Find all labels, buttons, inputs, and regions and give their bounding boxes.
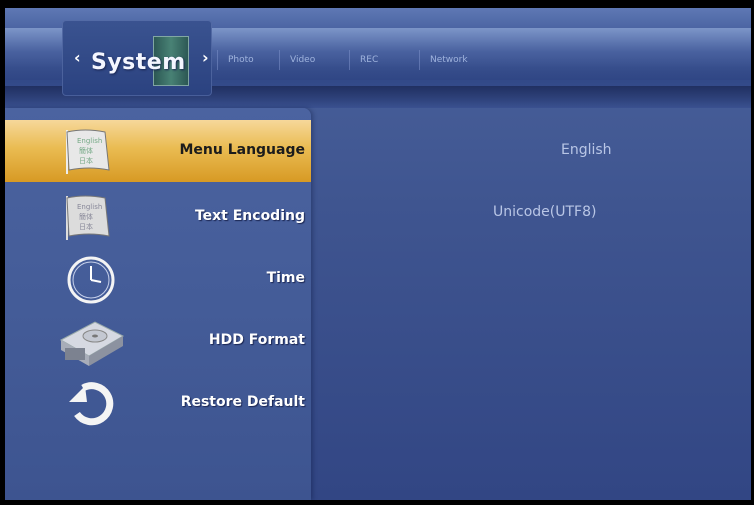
svg-text:日本: 日本 [79, 156, 93, 165]
language-flag-icon: English 簡体 日本 [66, 129, 110, 174]
settings-menu: English 簡体 日本 Menu Language English 簡体 日… [5, 108, 311, 500]
tab-video[interactable]: Video [279, 50, 348, 70]
svg-text:English: English [77, 137, 102, 145]
menu-item-time[interactable]: Time [5, 248, 311, 310]
clock-icon [67, 256, 115, 304]
menu-item-label: Time [266, 270, 305, 286]
hdd-icon [59, 321, 125, 366]
svg-text:簡体: 簡体 [79, 212, 93, 221]
current-section-title: System [91, 50, 186, 75]
svg-text:簡体: 簡体 [79, 146, 93, 155]
chevron-right-icon[interactable]: › [202, 48, 209, 67]
restore-arrow-icon [69, 382, 114, 426]
menu-language-value: English [561, 142, 612, 158]
chevron-left-icon[interactable]: ‹ [74, 48, 81, 67]
menu-item-label: HDD Format [208, 332, 305, 348]
menu-item-label: Text Encoding [194, 208, 305, 224]
menu-item-label: Menu Language [179, 142, 305, 158]
svg-text:日本: 日本 [79, 222, 93, 231]
tv-screen: ‹ System › Photo Video REC Network Engli… [5, 8, 751, 500]
tab-rec[interactable]: REC [349, 50, 418, 70]
menu-item-label: Restore Default [180, 394, 305, 410]
menu-item-menu-language[interactable]: English 簡体 日本 Menu Language [5, 120, 311, 182]
text-encoding-value: Unicode(UTF8) [493, 204, 597, 220]
tab-network[interactable]: Network [419, 50, 500, 70]
menu-item-text-encoding[interactable]: English 簡体 日本 Text Encoding [5, 186, 311, 248]
tab-photo[interactable]: Photo [217, 50, 286, 70]
menu-item-hdd-format[interactable]: HDD Format [5, 310, 311, 372]
top-category-bar: ‹ System › Photo Video REC Network [5, 8, 751, 108]
menu-item-restore-default[interactable]: Restore Default [5, 372, 311, 434]
encoding-flag-icon: English 簡体 日本 [66, 195, 110, 240]
svg-text:English: English [77, 203, 102, 211]
